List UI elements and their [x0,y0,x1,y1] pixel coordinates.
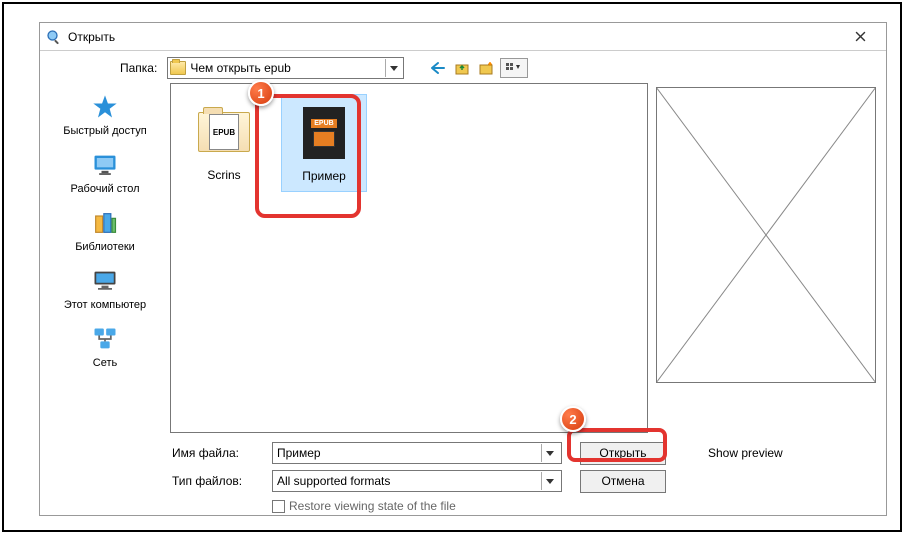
folder-thumb-icon: EPUB [194,102,254,162]
epub-badge: EPUB [209,114,239,150]
preview-pane [656,87,876,383]
restore-checkbox[interactable] [272,500,285,513]
file-item-folder[interactable]: EPUB Scrins [181,94,267,190]
open-dialog: Открыть Папка: Чем открыть epub [39,22,887,516]
chevron-down-icon [541,472,557,490]
filetype-label: Тип файлов: [172,474,264,488]
sidebar-item-this-pc[interactable]: Этот компьютер [64,265,146,311]
cancel-button[interactable]: Отмена [580,470,666,493]
restore-label: Restore viewing state of the file [289,499,456,513]
sidebar-label: Этот компьютер [64,299,146,311]
sidebar-label: Библиотеки [75,241,135,253]
folder-icon [170,61,186,75]
main-area: Быстрый доступ Рабочий стол Библиотеки [40,83,886,433]
bottom-panel: Имя файла: Пример Открыть Show preview Т… [40,433,886,513]
annotation-callout-1: 1 [248,80,274,106]
file-item-epub[interactable]: EPUB Пример [281,94,367,192]
preview-empty-icon [657,88,875,382]
restore-row: Restore viewing state of the file [172,499,886,513]
computer-icon [89,265,121,297]
magnifier-icon [46,29,62,45]
sidebar-label: Быстрый доступ [63,125,147,137]
show-preview-label[interactable]: Show preview [708,446,783,460]
filename-value: Пример [277,446,541,460]
back-icon[interactable] [428,58,448,78]
folder-combo[interactable]: Чем открыть epub [167,57,404,79]
places-sidebar: Быстрый доступ Рабочий стол Библиотеки [40,83,170,433]
file-label: Scrins [207,168,240,182]
open-button[interactable]: Открыть [580,442,666,465]
window-title: Открыть [68,30,840,44]
filename-combo[interactable]: Пример [272,442,562,464]
libraries-icon [89,207,121,239]
up-folder-icon[interactable] [452,58,472,78]
desktop-icon [89,149,121,181]
outer-frame: Открыть Папка: Чем открыть epub [2,2,902,532]
sidebar-item-network[interactable]: Сеть [89,323,121,369]
folder-label: Папка: [120,61,157,75]
file-list[interactable]: EPUB Scrins EPUB Пример [170,83,648,433]
star-icon [89,91,121,123]
sidebar-item-libraries[interactable]: Библиотеки [75,207,135,253]
filename-row: Имя файла: Пример Открыть Show preview [172,439,886,467]
chevron-down-icon [385,59,401,77]
epub-file-icon: EPUB [294,103,354,163]
nav-icons [428,58,528,78]
network-icon [89,323,121,355]
chevron-down-icon [541,444,557,462]
toolbar: Папка: Чем открыть epub [40,53,886,83]
close-button[interactable] [840,24,880,50]
filename-label: Имя файла: [172,446,264,460]
new-folder-icon[interactable] [476,58,496,78]
titlebar: Открыть [40,23,886,51]
filetype-combo[interactable]: All supported formats [272,470,562,492]
filetype-row: Тип файлов: All supported formats Отмена [172,467,886,495]
sidebar-item-desktop[interactable]: Рабочий стол [70,149,139,195]
views-button[interactable] [500,58,528,78]
sidebar-label: Сеть [93,357,117,369]
sidebar-label: Рабочий стол [70,183,139,195]
sidebar-item-quick-access[interactable]: Быстрый доступ [63,91,147,137]
epub-file-badge: EPUB [311,119,336,128]
file-label: Пример [302,169,346,183]
annotation-callout-2: 2 [560,406,586,432]
filetype-value: All supported formats [277,474,541,488]
folder-combo-value: Чем открыть epub [190,61,385,75]
